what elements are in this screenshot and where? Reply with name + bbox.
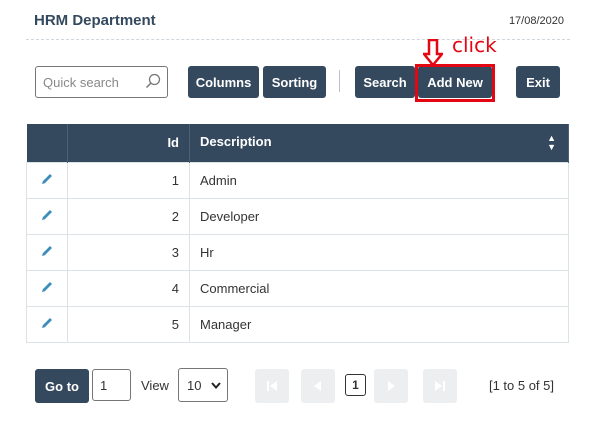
table-row[interactable]: 3 Hr bbox=[26, 233, 569, 271]
click-annotation: click bbox=[452, 33, 497, 57]
edit-cell[interactable] bbox=[26, 233, 68, 271]
header-edit-column bbox=[26, 124, 68, 162]
page-header: HRM Department 17/08/2020 bbox=[34, 12, 564, 34]
id-cell: 4 bbox=[67, 269, 190, 307]
table-row[interactable]: 2 Developer bbox=[26, 197, 569, 235]
toolbar-separator bbox=[339, 70, 340, 92]
description-cell: Admin bbox=[189, 161, 569, 199]
description-cell: Developer bbox=[189, 197, 569, 235]
header-id[interactable]: Id bbox=[67, 124, 190, 162]
sort-icon[interactable]: ▲ ▼ bbox=[547, 133, 556, 152]
header-description[interactable]: Description ▲ ▼ bbox=[189, 124, 569, 162]
page-title: HRM Department bbox=[34, 12, 156, 29]
sorting-button[interactable]: Sorting bbox=[263, 66, 326, 98]
page-date: 17/08/2020 bbox=[508, 15, 564, 27]
next-page-button[interactable] bbox=[374, 369, 408, 403]
next-page-icon bbox=[388, 381, 395, 391]
table-row[interactable]: 1 Admin bbox=[26, 161, 569, 199]
table-row[interactable]: 5 Manager bbox=[26, 305, 569, 343]
edit-cell[interactable] bbox=[26, 197, 68, 235]
search-icon bbox=[145, 73, 161, 89]
edit-cell[interactable] bbox=[26, 269, 68, 307]
previous-page-button[interactable] bbox=[301, 369, 335, 403]
id-cell: 3 bbox=[67, 233, 190, 271]
previous-page-icon bbox=[314, 381, 321, 391]
pencil-icon[interactable] bbox=[40, 316, 54, 330]
columns-button[interactable]: Columns bbox=[188, 66, 259, 98]
page-size-select[interactable]: 10 bbox=[178, 368, 228, 402]
quick-search-input[interactable] bbox=[36, 67, 141, 97]
last-page-icon bbox=[435, 381, 445, 391]
exit-button[interactable]: Exit bbox=[516, 66, 560, 98]
pencil-icon[interactable] bbox=[40, 280, 54, 294]
id-cell: 5 bbox=[67, 305, 190, 343]
pencil-icon[interactable] bbox=[40, 244, 54, 258]
description-cell: Commercial bbox=[189, 269, 569, 307]
last-page-button[interactable] bbox=[423, 369, 457, 403]
table-header-row: Id Description ▲ ▼ bbox=[26, 124, 569, 162]
edit-cell[interactable] bbox=[26, 161, 68, 199]
current-page-indicator[interactable]: 1 bbox=[345, 374, 366, 396]
department-table: Id Description ▲ ▼ 1 Admin 2 Developer 3 Hr 4 Co… bbox=[26, 124, 569, 343]
pencil-icon[interactable] bbox=[40, 208, 54, 222]
table-row[interactable]: 4 Commercial bbox=[26, 269, 569, 307]
chevron-down-icon bbox=[211, 382, 221, 390]
record-range-text: [1 to 5 of 5] bbox=[488, 378, 554, 393]
quick-search-box[interactable] bbox=[35, 66, 168, 98]
description-cell: Manager bbox=[189, 305, 569, 343]
view-label: View bbox=[141, 378, 169, 393]
description-cell: Hr bbox=[189, 233, 569, 271]
add-new-highlight-box bbox=[415, 64, 495, 102]
search-button[interactable]: Search bbox=[355, 66, 415, 98]
id-cell: 2 bbox=[67, 197, 190, 235]
go-to-button[interactable]: Go to bbox=[35, 369, 89, 403]
page-size-value: 10 bbox=[187, 377, 202, 393]
pencil-icon[interactable] bbox=[40, 172, 54, 186]
first-page-button[interactable] bbox=[255, 369, 289, 403]
edit-cell[interactable] bbox=[26, 305, 68, 343]
id-cell: 1 bbox=[67, 161, 190, 199]
header-description-label: Description bbox=[200, 133, 272, 149]
arrow-down-icon bbox=[423, 39, 443, 67]
first-page-icon bbox=[267, 381, 277, 391]
page-number-input[interactable] bbox=[92, 369, 131, 401]
